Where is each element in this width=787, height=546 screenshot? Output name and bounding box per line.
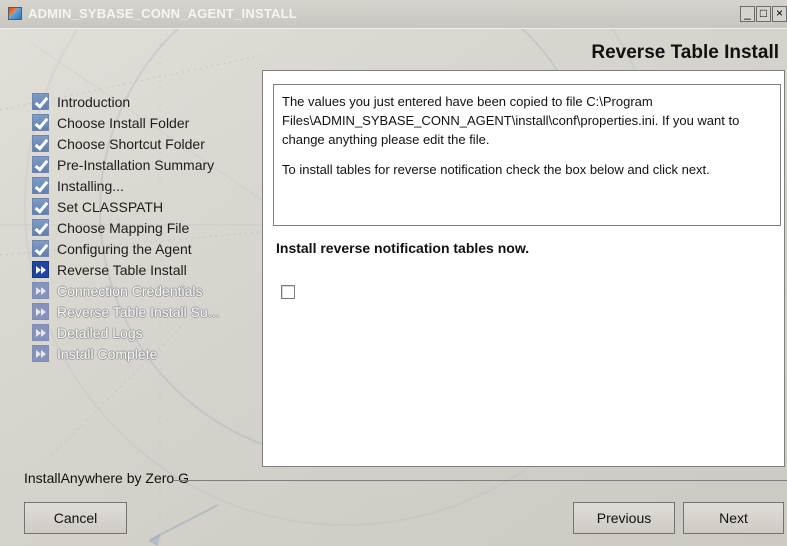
step-configuring-agent: Configuring the Agent (32, 238, 252, 259)
install-tables-label: Install reverse notification tables now. (276, 240, 530, 256)
step-detailed-logs: Detailed Logs (32, 322, 252, 343)
step-install-complete: Install Complete (32, 343, 252, 364)
step-label: Detailed Logs (57, 324, 143, 341)
installer-window: ADMIN_SYBASE_CONN_AGENT_INSTALL _ □ × Re… (0, 0, 787, 546)
minimize-button[interactable]: _ (740, 6, 755, 22)
step-label: Choose Shortcut Folder (57, 135, 205, 152)
check-icon (32, 135, 49, 152)
message-paragraph-1: The values you just entered have been co… (282, 94, 740, 147)
fast-forward-icon (32, 261, 49, 278)
close-button[interactable]: × (772, 6, 787, 22)
previous-button[interactable]: Previous (573, 502, 675, 534)
step-reverse-table-install: Reverse Table Install (32, 259, 252, 280)
step-label: Set CLASSPATH (57, 198, 164, 215)
step-label: Choose Mapping File (57, 219, 190, 236)
message-box: The values you just entered have been co… (273, 84, 781, 226)
fast-forward-icon (32, 345, 49, 362)
step-label: Connection Credentials (57, 282, 203, 299)
window-controls: _ □ × (740, 6, 787, 22)
step-label: Reverse Table Install Su... (57, 303, 220, 320)
fast-forward-icon (32, 324, 49, 341)
check-icon (32, 93, 49, 110)
check-icon (32, 156, 49, 173)
fast-forward-icon (32, 282, 49, 299)
step-pre-installation-summary: Pre-Installation Summary (32, 154, 252, 175)
footer-divider (173, 480, 787, 481)
step-label: Choose Install Folder (57, 114, 190, 131)
step-choose-shortcut-folder: Choose Shortcut Folder (32, 133, 252, 154)
installanywhere-label: InstallAnywhere by Zero G (24, 470, 189, 486)
cancel-button[interactable]: Cancel (24, 502, 127, 534)
step-label: Installing... (57, 177, 124, 194)
next-button[interactable]: Next (683, 502, 784, 534)
title-bar: ADMIN_SYBASE_CONN_AGENT_INSTALL _ □ × (0, 0, 787, 29)
step-choose-install-folder: Choose Install Folder (32, 112, 252, 133)
fast-forward-icon (32, 303, 49, 320)
window-title: ADMIN_SYBASE_CONN_AGENT_INSTALL (28, 6, 297, 21)
content-panel: The values you just entered have been co… (262, 70, 785, 467)
step-choose-mapping-file: Choose Mapping File (32, 217, 252, 238)
maximize-button[interactable]: □ (756, 6, 771, 22)
step-reverse-table-install-summary: Reverse Table Install Su... (32, 301, 252, 322)
check-icon (32, 219, 49, 236)
step-introduction: Introduction (32, 91, 252, 112)
step-label: Introduction (57, 93, 131, 110)
check-icon (32, 114, 49, 131)
step-label: Reverse Table Install (57, 261, 187, 278)
message-paragraph-2: To install tables for reverse notificati… (282, 162, 710, 177)
check-icon (32, 177, 49, 194)
check-icon (32, 198, 49, 215)
installation-steps: Introduction Choose Install Folder Choos… (32, 91, 252, 364)
step-set-classpath: Set CLASSPATH (32, 196, 252, 217)
step-connection-credentials: Connection Credentials (32, 280, 252, 301)
step-label: Pre-Installation Summary (57, 156, 215, 173)
install-tables-checkbox[interactable] (281, 285, 295, 299)
step-installing: Installing... (32, 175, 252, 196)
check-icon (32, 240, 49, 257)
page-title: Reverse Table Install (591, 42, 779, 63)
step-label: Install Complete (57, 345, 158, 362)
step-label: Configuring the Agent (57, 240, 192, 257)
installer-icon (8, 7, 22, 20)
